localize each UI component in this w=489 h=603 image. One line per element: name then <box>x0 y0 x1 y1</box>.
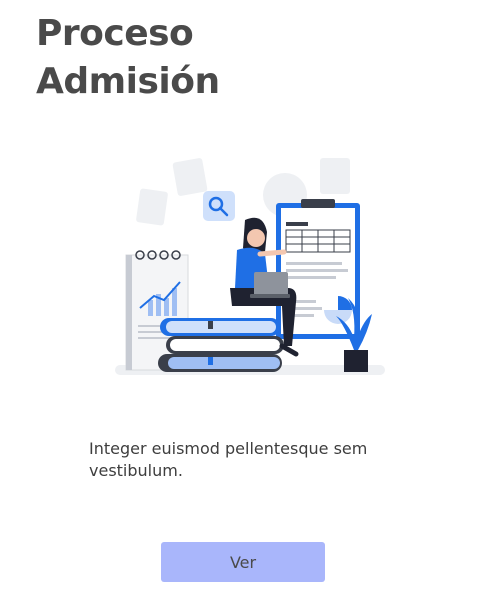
description-text: Integer euismod pellentesque sem vestibu… <box>89 439 368 480</box>
magnifier-icon <box>203 191 235 221</box>
page-title: Proceso Admisión <box>36 10 220 106</box>
ver-button[interactable]: Ver <box>161 542 325 582</box>
title-line-1: Proceso <box>36 13 194 54</box>
admission-illustration <box>115 158 385 375</box>
title-line-2: Admisión <box>36 61 220 102</box>
books-stack <box>158 318 284 372</box>
